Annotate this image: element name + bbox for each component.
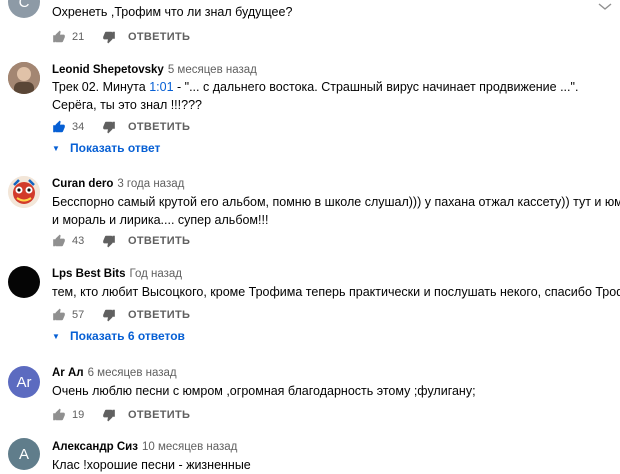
comment-actions: 43 ОТВЕТИТЬ	[52, 232, 190, 250]
comment-actions: 19 ОТВЕТИТЬ	[52, 406, 190, 424]
thumbs-down-icon[interactable]	[102, 120, 116, 134]
chevron-down-icon: ▼	[52, 143, 60, 153]
comment-line: тем, кто любит Высоцкого, кроме Трофима …	[52, 285, 620, 299]
show-replies-button[interactable]: ▼ Показать ответ	[52, 141, 160, 155]
show-replies-label: Показать 6 ответов	[70, 329, 185, 343]
avatar-letter: С	[18, 0, 30, 11]
author-name[interactable]: Ar Ал	[52, 367, 84, 379]
thumbs-up-icon[interactable]	[52, 308, 66, 322]
comment-text-part: Трек 02. Минута	[52, 80, 150, 94]
like-count: 19	[72, 409, 85, 421]
avatar-photo	[8, 62, 40, 94]
comment-line: Серёга, ты это знал !!!???	[52, 98, 202, 112]
comment-line: и мораль и лирика.... супер альбом!!!	[52, 213, 269, 227]
timestamp[interactable]: 6 месяцев назад	[88, 367, 177, 379]
avatar[interactable]: А	[8, 438, 40, 470]
timestamp[interactable]: 5 месяцев назад	[168, 64, 257, 76]
comment-line: Охренеть ,Трофим что ли знал будущее?	[52, 5, 293, 19]
author-name[interactable]: Lps Best Bits	[52, 268, 126, 280]
comment-text-part: - "... с дальнего востока. Страшный виру…	[173, 80, 579, 94]
comment-text: Охренеть ,Трофим что ли знал будущее?	[52, 3, 292, 21]
reply-button[interactable]: ОТВЕТИТЬ	[128, 309, 190, 321]
reply-button[interactable]: ОТВЕТИТЬ	[128, 409, 190, 421]
like-count: 57	[72, 309, 85, 321]
comment-text: Трек 02. Минута 1:01 - "... с дальнего в…	[52, 78, 578, 114]
comment-header: Александр Сиз 10 месяцев назад	[52, 441, 237, 453]
thumbs-down-icon[interactable]	[102, 408, 116, 422]
thumbs-up-icon[interactable]	[52, 234, 66, 248]
timestamp-link[interactable]: 1:01	[149, 80, 173, 94]
comment-header: Leonid Shepetovsky 5 месяцев назад	[52, 64, 257, 76]
author-name[interactable]: Leonid Shepetovsky	[52, 64, 164, 76]
avatar-letter: А	[18, 445, 29, 463]
timestamp[interactable]: 3 года назад	[117, 178, 184, 190]
more-options-icon[interactable]	[598, 0, 612, 18]
thumbs-up-icon[interactable]	[52, 120, 66, 134]
show-replies-button[interactable]: ▼ Показать 6 ответов	[52, 329, 185, 343]
comment-actions: 34 ОТВЕТИТЬ	[52, 118, 190, 136]
avatar[interactable]: С	[8, 0, 40, 18]
comment-header: Ar Ал 6 месяцев назад	[52, 367, 177, 379]
reply-button[interactable]: ОТВЕТИТЬ	[128, 235, 190, 247]
author-name[interactable]: Александр Сиз	[52, 441, 138, 453]
like-count: 43	[72, 235, 85, 247]
comment-actions: 57 ОТВЕТИТЬ	[52, 306, 190, 324]
avatar[interactable]	[8, 62, 40, 94]
comment-line: Бесспорно самый крутой его альбом, помню…	[52, 195, 620, 209]
show-replies-label: Показать ответ	[70, 141, 161, 155]
timestamp[interactable]: 10 месяцев назад	[142, 441, 237, 453]
author-name[interactable]: Curan dero	[52, 178, 113, 190]
comment-text: Клас !хорошие песни - жизненные	[52, 456, 251, 474]
comment-header: Lps Best Bits Год назад	[52, 268, 182, 280]
like-count: 34	[72, 121, 85, 133]
avatar[interactable]: Ar	[8, 366, 40, 398]
like-count: 21	[72, 31, 85, 43]
avatar-letter: Ar	[16, 373, 32, 391]
reply-button[interactable]: ОТВЕТИТЬ	[128, 121, 190, 133]
chevron-down-icon: ▼	[52, 331, 60, 341]
avatar-photo	[8, 176, 40, 208]
comment-text: Бесспорно самый крутой его альбом, помню…	[52, 193, 620, 229]
thumbs-down-icon[interactable]	[102, 234, 116, 248]
reply-button[interactable]: ОТВЕТИТЬ	[128, 31, 190, 43]
comment-line: Очень люблю песни с юмром ,огромная благ…	[52, 384, 476, 398]
comment-text: тем, кто любит Высоцкого, кроме Трофима …	[52, 283, 620, 301]
thumbs-down-icon[interactable]	[102, 30, 116, 44]
thumbs-up-icon[interactable]	[52, 30, 66, 44]
avatar[interactable]	[8, 176, 40, 208]
comment-text: Очень люблю песни с юмром ,огромная благ…	[52, 382, 476, 400]
comment-actions: 21 ОТВЕТИТЬ	[52, 28, 190, 46]
comment-line: Клас !хорошие песни - жизненные	[52, 458, 251, 472]
thumbs-down-icon[interactable]	[102, 308, 116, 322]
comment-header: Curan dero 3 года назад	[52, 178, 184, 190]
comment-line: Трек 02. Минута 1:01 - "... с дальнего в…	[52, 78, 578, 96]
avatar[interactable]	[8, 266, 40, 298]
timestamp[interactable]: Год назад	[130, 268, 183, 280]
thumbs-up-icon[interactable]	[52, 408, 66, 422]
